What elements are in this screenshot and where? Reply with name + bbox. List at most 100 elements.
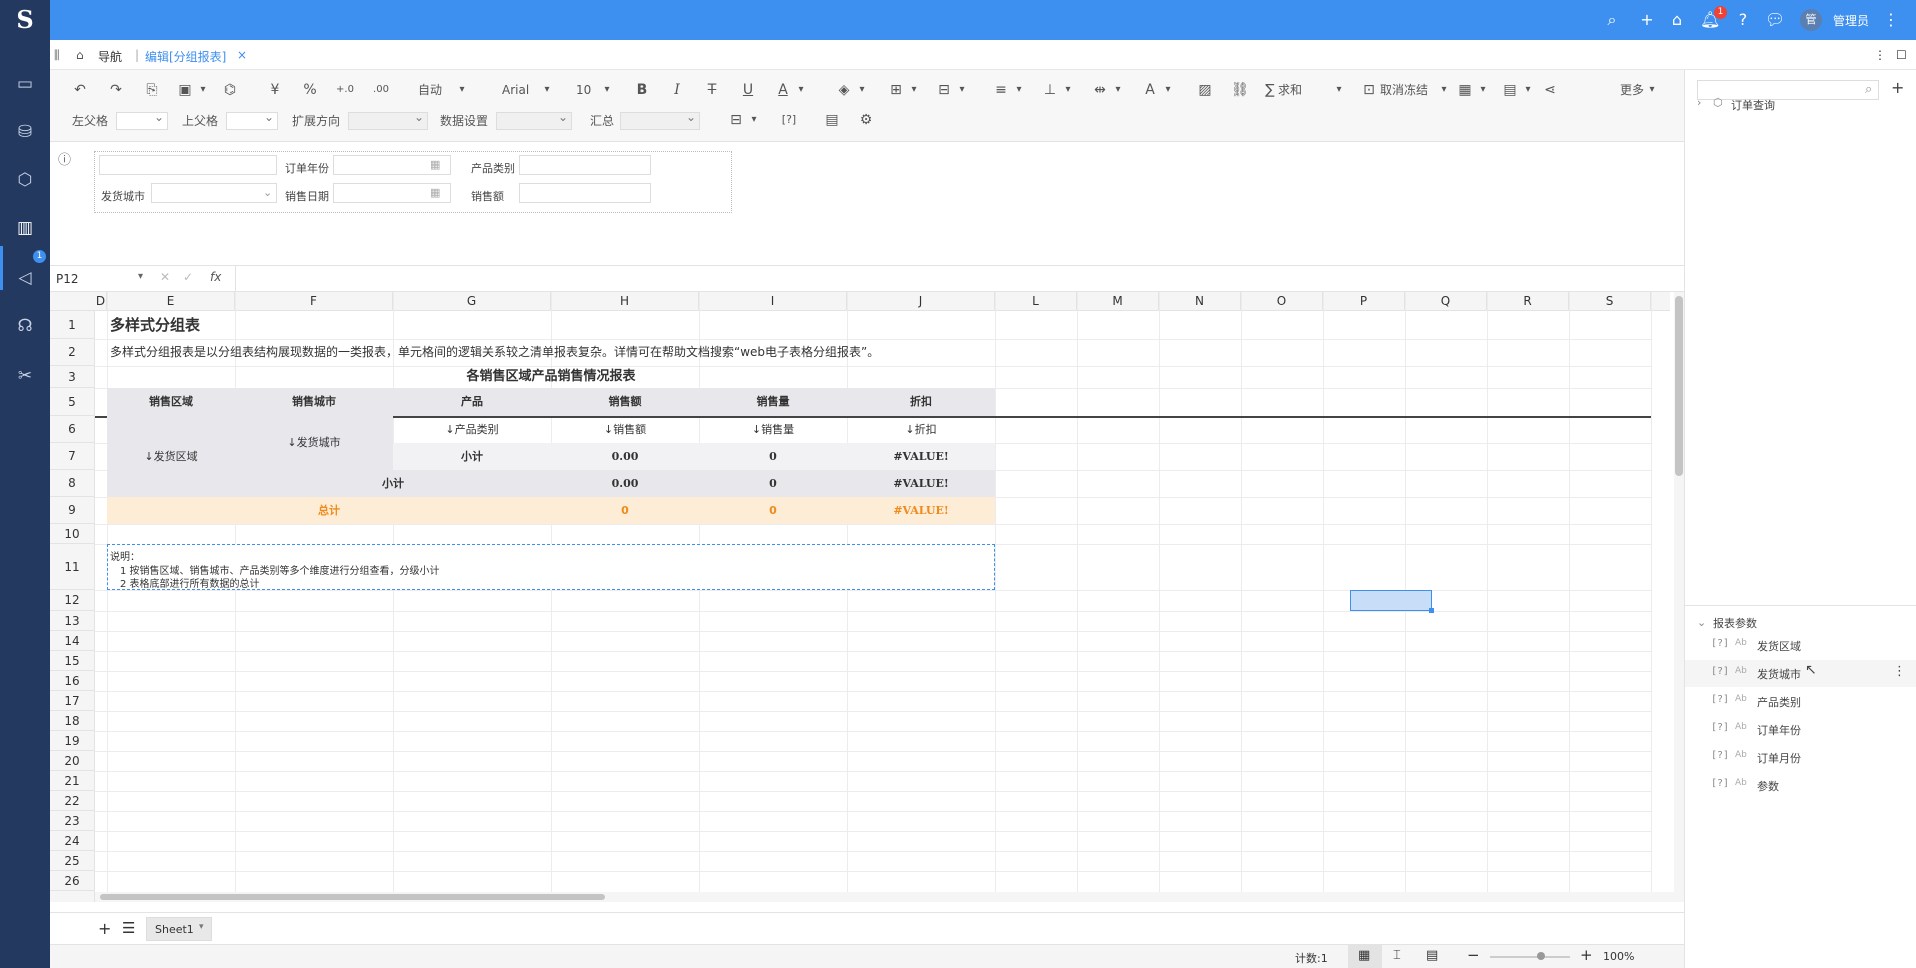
column-header[interactable]: F: [235, 292, 393, 311]
column-header[interactable]: Q: [1405, 292, 1487, 311]
chevron-down-icon[interactable]: ▾: [1162, 80, 1174, 100]
save-dropdown-icon[interactable]: ▾: [197, 80, 209, 100]
row-header[interactable]: 8: [50, 470, 95, 497]
tools-icon[interactable]: ✂: [12, 364, 38, 388]
total-volume[interactable]: 0: [699, 497, 847, 524]
sales-volume-field[interactable]: ↓销售量: [699, 416, 847, 443]
more-vertical-icon[interactable]: ⋮: [1881, 9, 1901, 31]
avatar[interactable]: 管: [1800, 9, 1822, 31]
calendar-icon[interactable]: ▦: [430, 186, 440, 199]
chevron-down-icon[interactable]: ▾: [1522, 80, 1534, 100]
sum-icon[interactable]: ∑: [1263, 80, 1277, 100]
subtotal-volume[interactable]: 0: [699, 470, 847, 497]
row-header[interactable]: 15: [50, 651, 95, 671]
column-header[interactable]: G: [393, 292, 551, 311]
underline-button[interactable]: U: [738, 80, 758, 100]
subtotal-amount[interactable]: 0.00: [551, 470, 699, 497]
fullscreen-icon[interactable]: ☐: [1896, 48, 1907, 62]
currency-button[interactable]: ¥: [265, 80, 285, 100]
row-header[interactable]: 22: [50, 791, 95, 811]
product-category-field[interactable]: ↓产品类别: [393, 416, 551, 443]
add-dataset-icon[interactable]: +: [1891, 78, 1904, 97]
param-item[interactable]: [?] Ab 订单年份: [1685, 716, 1916, 743]
column-header[interactable]: J: [847, 292, 995, 311]
add-icon[interactable]: +: [1637, 9, 1657, 31]
row-header[interactable]: 10: [50, 524, 95, 544]
menu-icon[interactable]: ⫼: [54, 48, 60, 63]
column-header[interactable]: P: [1323, 292, 1405, 311]
horizontal-scrollbar-thumb[interactable]: [100, 894, 605, 900]
decrease-decimal-icon[interactable]: .00: [370, 80, 392, 100]
param-item[interactable]: [?] Ab 参数: [1685, 772, 1916, 799]
chevron-down-icon[interactable]: ⌄: [263, 186, 272, 199]
chevron-down-icon[interactable]: ⌄: [1697, 616, 1706, 629]
chevron-down-icon[interactable]: ▾: [1112, 80, 1124, 100]
sales-amount-field[interactable]: ↓销售额: [551, 416, 699, 443]
param-item[interactable]: [?] Ab 发货城市 ↖ ⋮: [1685, 660, 1916, 687]
help-icon[interactable]: ?: [1733, 9, 1753, 31]
region-field[interactable]: ↓发货区域: [107, 416, 235, 497]
param-bracket-icon[interactable]: [?]: [778, 110, 800, 130]
share-icon[interactable]: ⋖: [1540, 80, 1560, 100]
strikethrough-button[interactable]: T: [702, 80, 722, 100]
product-category-field[interactable]: [519, 155, 651, 175]
save-icon[interactable]: ▣: [175, 80, 195, 100]
header-cell[interactable]: 销售额: [551, 388, 699, 416]
header-cell[interactable]: 折扣: [847, 388, 995, 416]
row-header[interactable]: 11: [50, 544, 95, 590]
param-item[interactable]: [?] Ab 发货区域: [1685, 632, 1916, 659]
italic-button[interactable]: I: [667, 80, 687, 100]
align-left-icon[interactable]: ≡: [991, 80, 1011, 100]
settings-doc-icon[interactable]: ⚙: [856, 110, 876, 130]
help-icon[interactable]: ⓘ: [58, 149, 71, 168]
param-item[interactable]: [?] Ab 产品类别: [1685, 688, 1916, 715]
row-header[interactable]: 14: [50, 631, 95, 651]
close-tab-icon[interactable]: ×: [237, 48, 247, 62]
chevron-down-icon[interactable]: ▾: [1333, 80, 1345, 100]
fill-handle[interactable]: [1429, 608, 1434, 613]
column-header[interactable]: N: [1159, 292, 1241, 311]
border-icon[interactable]: ⊞: [886, 80, 906, 100]
grid-view-icon[interactable]: ▦: [1358, 948, 1370, 963]
zoom-slider-handle[interactable]: [1537, 952, 1545, 960]
monitor-icon[interactable]: ▭: [12, 72, 38, 96]
redo-icon[interactable]: ↷: [106, 80, 126, 100]
column-header[interactable]: M: [1077, 292, 1159, 311]
expand-direction-select[interactable]: [348, 110, 428, 130]
header-cell[interactable]: 销售城市: [235, 388, 393, 416]
confirm-icon[interactable]: ✓: [183, 270, 193, 284]
chevron-down-icon[interactable]: ▾: [1477, 80, 1489, 100]
row-header[interactable]: 17: [50, 691, 95, 711]
row-header[interactable]: 18: [50, 711, 95, 731]
panel-search-input[interactable]: [1697, 80, 1879, 100]
number-format-select[interactable]: 自动: [418, 80, 442, 100]
row-header[interactable]: 12: [50, 590, 95, 611]
column-header[interactable]: H: [551, 292, 699, 311]
database-icon[interactable]: ⛁: [12, 120, 38, 144]
calendar-icon[interactable]: ▤: [822, 110, 842, 130]
param-item[interactable]: [?] Ab 订单月份: [1685, 744, 1916, 771]
sum-button[interactable]: 求和: [1278, 80, 1302, 100]
header-cell[interactable]: 产品: [393, 388, 551, 416]
calendar-icon[interactable]: ▦: [430, 158, 440, 171]
zoom-slider[interactable]: [1490, 956, 1570, 958]
chevron-down-icon[interactable]: ▾: [1438, 80, 1450, 100]
column-header[interactable]: S: [1569, 292, 1651, 311]
chart-icon[interactable]: ▤: [1500, 80, 1520, 100]
chevron-down-icon[interactable]: ▾: [1013, 80, 1025, 100]
row-header[interactable]: 24: [50, 831, 95, 851]
header-cell[interactable]: 销售量: [699, 388, 847, 416]
total-amount[interactable]: 0: [551, 497, 699, 524]
function-icon[interactable]: fx: [210, 270, 221, 284]
sheet-tab[interactable]: Sheet1 ▾: [146, 917, 212, 941]
chevron-down-icon[interactable]: ▾: [1062, 80, 1074, 100]
row-header[interactable]: 6: [50, 416, 95, 443]
row-header[interactable]: 23: [50, 811, 95, 831]
merge-cells-icon[interactable]: ⊟: [934, 80, 954, 100]
left-parent-select[interactable]: [116, 110, 168, 130]
chevron-down-icon[interactable]: ▾: [795, 80, 807, 100]
chevron-right-icon[interactable]: ›: [1697, 96, 1701, 109]
data-setting-select[interactable]: [496, 110, 572, 130]
support-icon[interactable]: ☊: [12, 314, 38, 338]
font-color-icon[interactable]: A: [773, 80, 793, 100]
